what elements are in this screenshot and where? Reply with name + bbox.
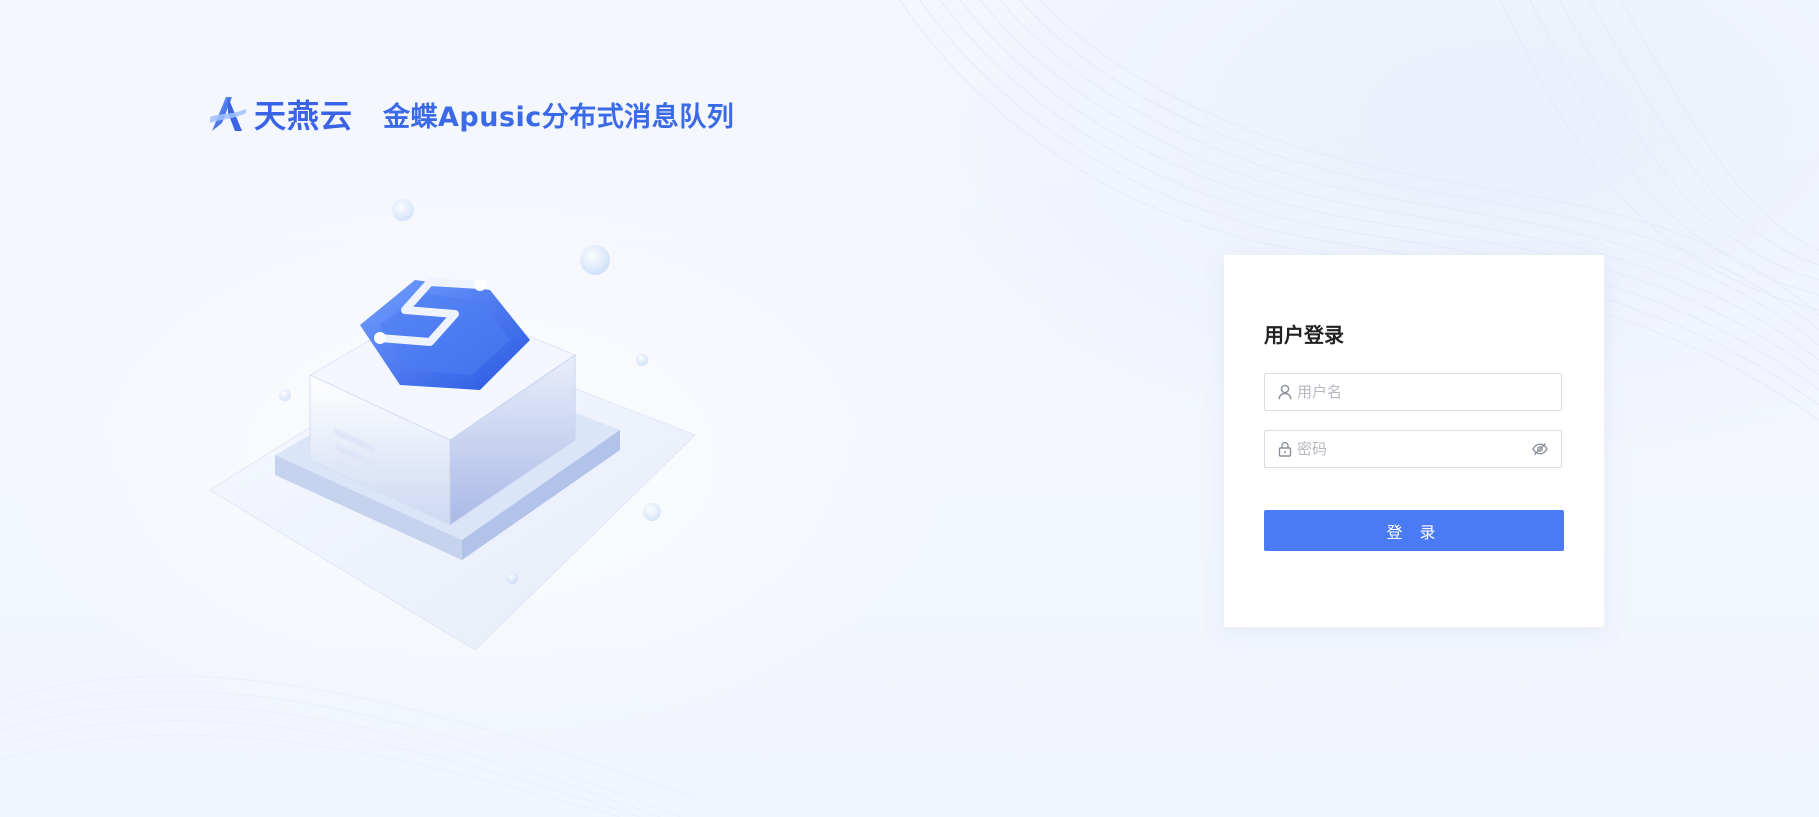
lock-icon bbox=[1277, 441, 1293, 457]
password-input[interactable] bbox=[1297, 431, 1531, 467]
brand-header: 天燕云 金蝶Apusic分布式消息队列 bbox=[208, 90, 734, 138]
login-card: 用户登录 登 录 bbox=[1224, 255, 1604, 627]
tianyan-logo-icon bbox=[210, 97, 246, 131]
username-field[interactable] bbox=[1264, 373, 1562, 411]
brand-name: 天燕云 bbox=[254, 97, 354, 135]
login-button[interactable]: 登 录 bbox=[1264, 510, 1564, 551]
password-field[interactable] bbox=[1264, 430, 1562, 468]
username-input[interactable] bbox=[1297, 374, 1561, 410]
eye-hidden-icon[interactable] bbox=[1531, 440, 1549, 458]
server-illustration bbox=[209, 199, 696, 651]
login-title: 用户登录 bbox=[1264, 323, 1344, 347]
product-title: 金蝶Apusic分布式消息队列 bbox=[383, 101, 735, 133]
user-icon bbox=[1277, 384, 1293, 400]
